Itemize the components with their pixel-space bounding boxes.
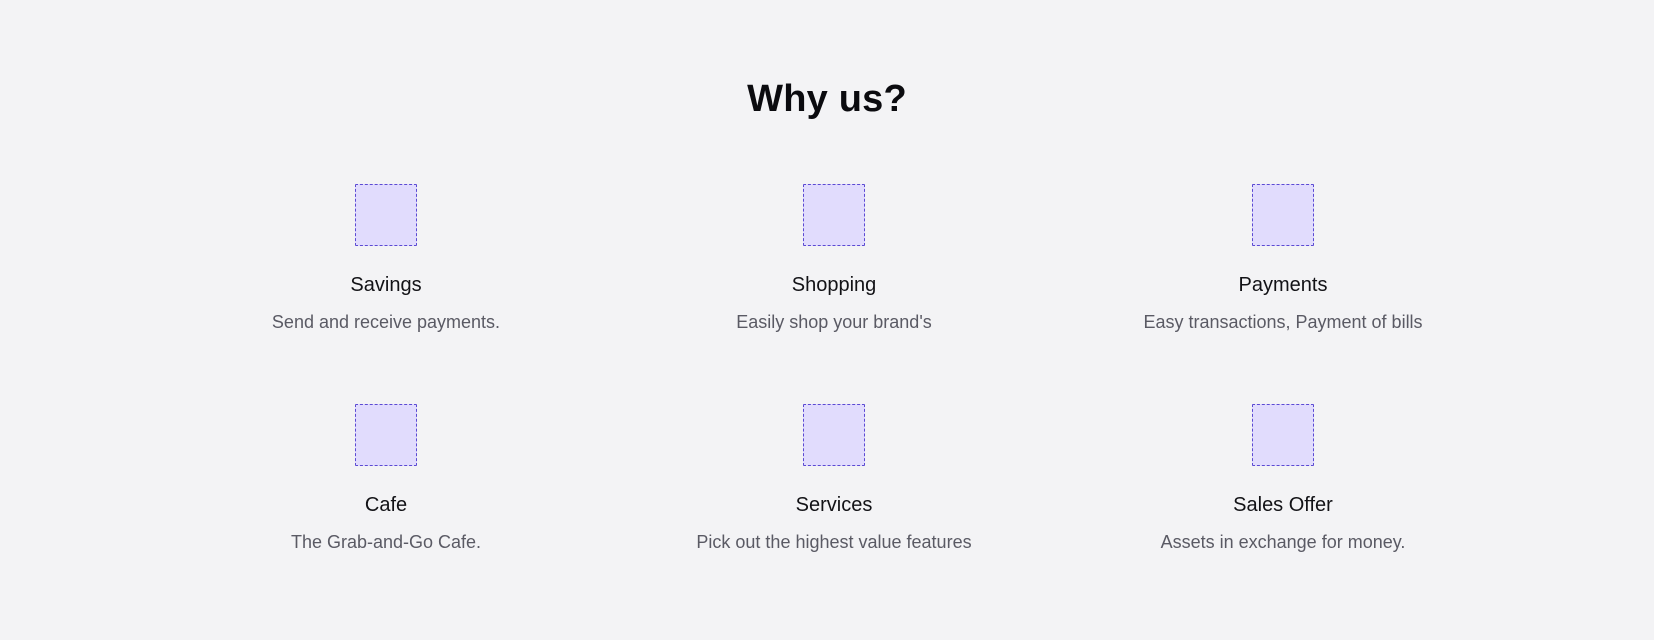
feature-card-cafe: Cafe The Grab-and-Go Cafe. — [206, 404, 566, 554]
feature-card-shopping: Shopping Easily shop your brand's — [654, 184, 1014, 334]
feature-title: Cafe — [364, 494, 408, 516]
feature-title: Services — [795, 494, 873, 516]
placeholder-image-icon — [1252, 404, 1314, 466]
feature-title: Shopping — [791, 274, 877, 296]
feature-description: The Grab-and-Go Cafe. — [290, 532, 482, 552]
features-grid: Savings Send and receive payments. Shopp… — [0, 0, 1654, 640]
placeholder-image-icon — [355, 404, 417, 466]
feature-description: Easily shop your brand's — [736, 312, 932, 332]
placeholder-image-icon — [803, 404, 865, 466]
feature-card-services: Services Pick out the highest value feat… — [654, 404, 1014, 554]
feature-card-sales-offer: Sales Offer Assets in exchange for money… — [1103, 404, 1463, 554]
why-us-section: Why us? Savings Send and receive payment… — [0, 0, 1654, 640]
feature-description: Pick out the highest value features — [696, 532, 972, 552]
placeholder-image-icon — [355, 184, 417, 246]
feature-title: Payments — [1238, 274, 1328, 296]
feature-description: Easy transactions, Payment of bills — [1143, 312, 1423, 332]
feature-description: Assets in exchange for money. — [1160, 532, 1406, 552]
feature-title: Savings — [350, 274, 422, 296]
placeholder-image-icon — [803, 184, 865, 246]
feature-description: Send and receive payments. — [271, 312, 501, 332]
feature-card-savings: Savings Send and receive payments. — [206, 184, 566, 334]
feature-card-payments: Payments Easy transactions, Payment of b… — [1103, 184, 1463, 334]
placeholder-image-icon — [1252, 184, 1314, 246]
feature-title: Sales Offer — [1233, 494, 1333, 516]
